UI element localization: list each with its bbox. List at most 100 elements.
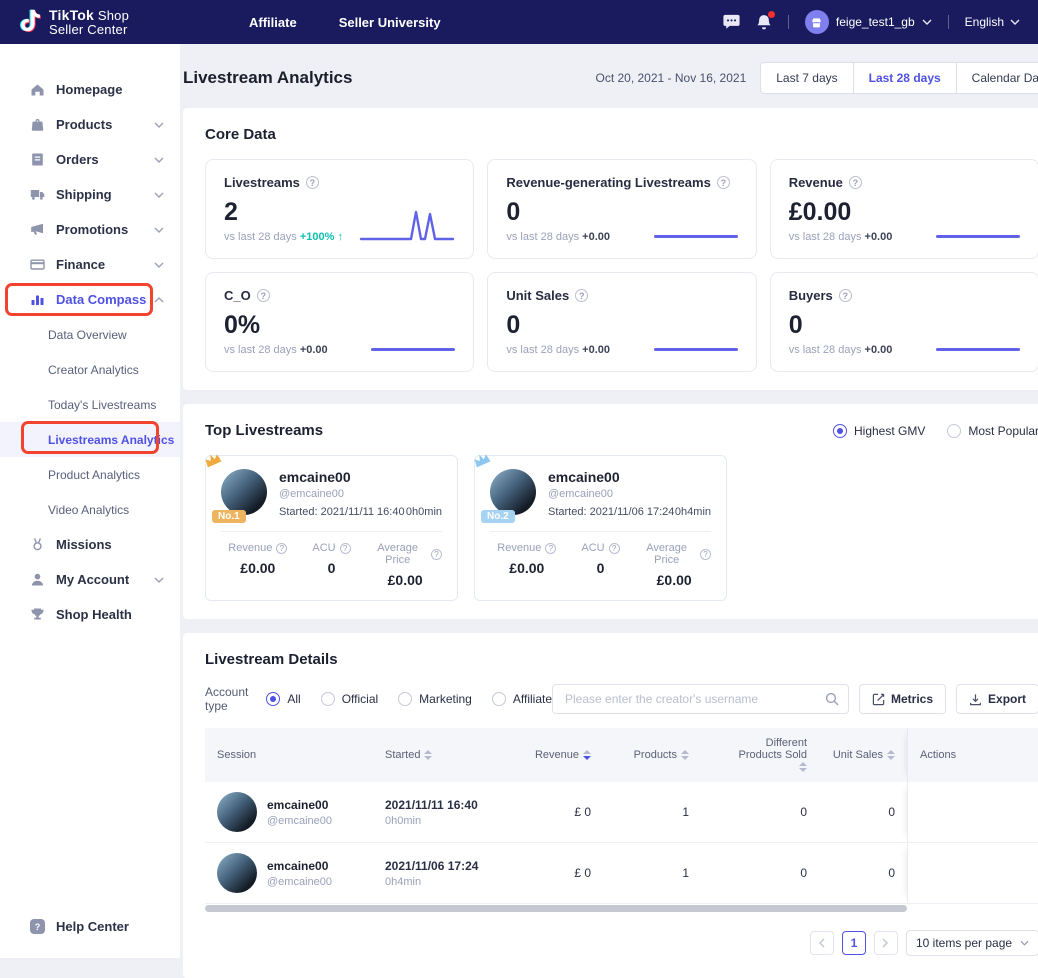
sidebar-subitem-video-analytics[interactable]: Video Analytics	[0, 492, 180, 527]
chevron-up-icon	[154, 297, 164, 303]
info-icon[interactable]: ?	[257, 289, 270, 302]
top-navbar: TikTok Shop Seller Center Affiliate Sell…	[0, 0, 1038, 44]
sparkline-chart	[359, 208, 455, 244]
top-livestream-card-2[interactable]: No.2 emcaine00 @emcaine00 Started: 2021/…	[474, 455, 727, 601]
sidebar-item-missions[interactable]: Missions	[0, 527, 180, 562]
table-row[interactable]: emcaine00 @emcaine00 2021/11/11 16:40 0h…	[205, 782, 1038, 843]
metric-compare: vs last 28 days +0.00	[789, 231, 893, 243]
info-icon[interactable]: ?	[575, 289, 588, 302]
account-type-affiliate[interactable]: Affiliate	[492, 692, 552, 706]
logo-text: TikTok Shop Seller Center	[49, 8, 129, 36]
metric-revenue: Revenue? £0.00	[490, 542, 564, 588]
duration: 0h4min	[385, 876, 503, 888]
chevron-down-icon	[154, 157, 164, 163]
main-content: Livestream Analytics Oct 20, 2021 - Nov …	[180, 44, 1038, 958]
unit-sales-value: 0	[819, 856, 907, 890]
sidebar-item-shop-health[interactable]: Shop Health	[0, 597, 180, 632]
sidebar-item-products[interactable]: Products	[0, 107, 180, 142]
creator-handle: @emcaine00	[267, 876, 332, 888]
creator-name: emcaine00	[279, 469, 442, 485]
info-icon[interactable]: ?	[306, 176, 319, 189]
range-button-last-28-days[interactable]: Last 28 days	[853, 62, 957, 94]
notifications-bell-icon[interactable]	[756, 14, 772, 31]
top-livestreams-panel: Top Livestreams Highest GMV Most Popular…	[183, 404, 1038, 619]
info-icon[interactable]: ?	[276, 543, 287, 554]
search-icon[interactable]	[825, 692, 839, 706]
sidebar-subitem-creator-analytics[interactable]: Creator Analytics	[0, 352, 180, 387]
metric-value: £0.00	[789, 198, 1020, 227]
range-button-last-7-days[interactable]: Last 7 days	[760, 62, 853, 94]
nav-link-seller-university[interactable]: Seller University	[339, 15, 441, 30]
sidebar-item-homepage[interactable]: Homepage	[0, 72, 180, 107]
column-header-different-products-sold[interactable]: Different Products Sold	[701, 728, 819, 782]
flat-trend-line	[654, 235, 738, 238]
info-icon[interactable]: ?	[545, 543, 556, 554]
radio-selected-icon	[266, 692, 280, 706]
page-number-button[interactable]: 1	[842, 931, 866, 955]
metrics-button[interactable]: Metrics	[859, 684, 946, 714]
metric-compare: vs last 28 days +0.00	[506, 344, 610, 356]
actions-cell	[907, 782, 992, 842]
horizontal-scrollbar[interactable]	[205, 905, 907, 912]
sidebar-item-finance[interactable]: Finance	[0, 247, 180, 282]
chevron-down-icon	[922, 19, 932, 25]
sidebar-subitem-todays-livestreams[interactable]: Today's Livestreams	[0, 387, 180, 422]
tiktok-shop-logo[interactable]: TikTok Shop Seller Center	[18, 8, 129, 36]
metric-value: 0	[789, 311, 1020, 340]
creator-search-input[interactable]	[552, 684, 849, 714]
sidebar-item-my-account[interactable]: My Account	[0, 562, 180, 597]
range-button-calendar-day[interactable]: Calendar Day	[956, 62, 1038, 94]
different-products-sold-value: 0	[701, 856, 819, 890]
metric-value: 0	[506, 311, 737, 340]
sidebar-item-shipping[interactable]: Shipping	[0, 177, 180, 212]
column-header-revenue[interactable]: Revenue	[515, 740, 603, 770]
metric-compare: vs last 28 days +0.00	[506, 231, 610, 243]
user-menu[interactable]: feige_test1_gb	[805, 10, 932, 34]
info-icon[interactable]: ?	[431, 549, 442, 560]
account-type-official[interactable]: Official	[321, 692, 378, 706]
username: feige_test1_gb	[836, 15, 915, 29]
sidebar-subitem-livestreams-analytics[interactable]: Livestreams Analytics	[0, 422, 180, 457]
sort-option-highest-gmv[interactable]: Highest GMV	[833, 424, 925, 438]
sidebar-item-orders[interactable]: Orders	[0, 142, 180, 177]
top-livestream-card-1[interactable]: No.1 emcaine00 @emcaine00 Started: 2021/…	[205, 455, 458, 601]
column-header-products[interactable]: Products	[603, 740, 701, 770]
column-header-unit-sales[interactable]: Unit Sales	[819, 740, 907, 770]
table-row[interactable]: emcaine00 @emcaine00 2021/11/06 17:24 0h…	[205, 843, 1038, 904]
sidebar-subitem-product-analytics[interactable]: Product Analytics	[0, 457, 180, 492]
core-data-title: Core Data	[205, 126, 1038, 143]
sidebar-item-promotions[interactable]: Promotions	[0, 212, 180, 247]
metric-acu: ACU? 0	[564, 542, 638, 588]
sort-icon	[887, 750, 895, 760]
page-size-select[interactable]: 10 items per page	[906, 930, 1038, 956]
metric-compare: vs last 28 days +0.00	[224, 344, 328, 356]
account-type-marketing[interactable]: Marketing	[398, 692, 472, 706]
started-time: Started: 2021/11/06 17:24	[548, 506, 674, 518]
duration: 0h4min	[675, 506, 711, 518]
nav-link-affiliate[interactable]: Affiliate	[249, 15, 297, 30]
info-icon[interactable]: ?	[609, 543, 620, 554]
column-header-actions: Actions	[907, 728, 992, 782]
sidebar-item-data-compass[interactable]: Data Compass	[0, 282, 180, 317]
flat-trend-line	[654, 348, 738, 351]
export-download-icon	[969, 693, 982, 706]
account-type-all[interactable]: All	[266, 692, 300, 706]
creator-handle: @emcaine00	[279, 488, 442, 500]
prev-page-button[interactable]	[810, 931, 834, 955]
info-icon[interactable]: ?	[700, 549, 711, 560]
column-header-started[interactable]: Started	[373, 740, 515, 770]
info-icon[interactable]: ?	[839, 289, 852, 302]
sidebar-subitem-data-overview[interactable]: Data Overview	[0, 317, 180, 352]
metric-average-price: Average Price? £0.00	[368, 542, 442, 588]
info-icon[interactable]: ?	[849, 176, 862, 189]
language-selector[interactable]: English	[965, 15, 1020, 29]
export-button[interactable]: Export	[956, 684, 1038, 714]
column-header-session: Session	[205, 740, 373, 770]
info-icon[interactable]: ?	[717, 176, 730, 189]
info-icon[interactable]: ?	[340, 543, 351, 554]
next-page-button[interactable]	[874, 931, 898, 955]
livestream-details-title: Livestream Details	[205, 651, 1038, 668]
sort-option-most-popular[interactable]: Most Popular	[947, 424, 1038, 438]
messages-icon[interactable]	[723, 14, 740, 30]
sidebar-item-help-center[interactable]: ? Help Center	[30, 919, 129, 934]
